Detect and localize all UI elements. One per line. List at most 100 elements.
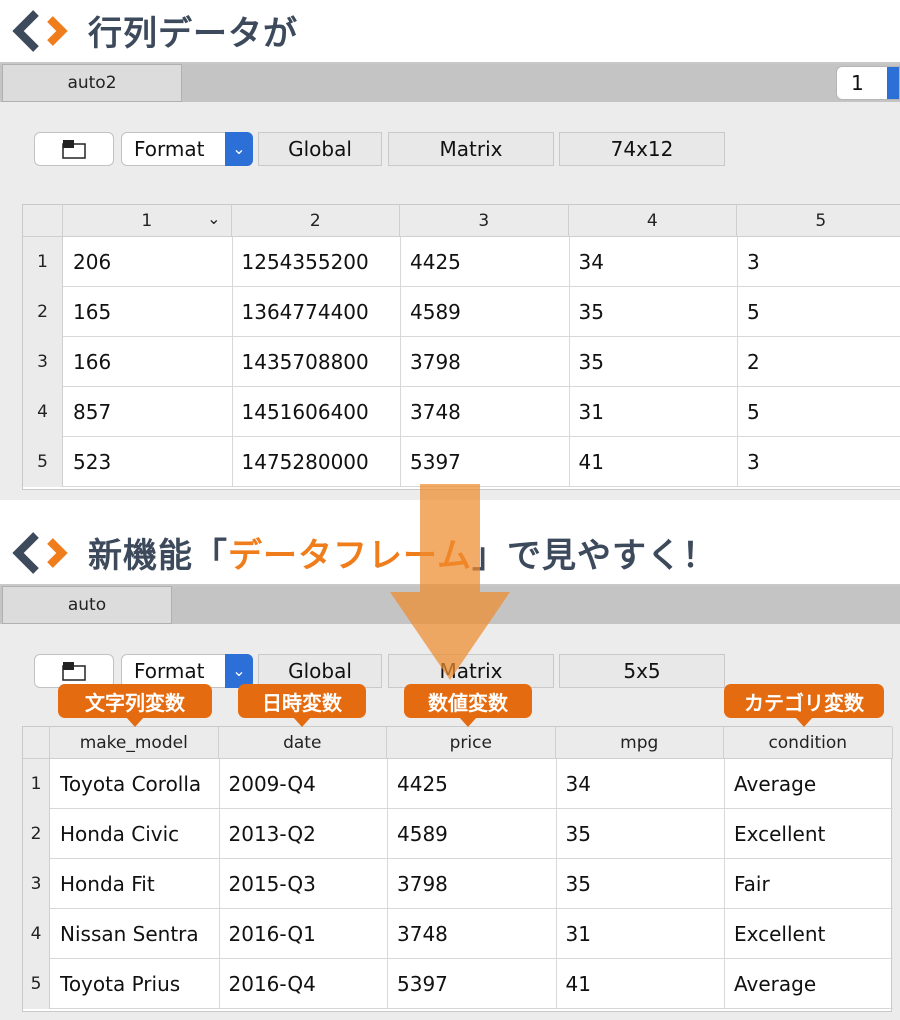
table-cell[interactable]: 2009-Q4: [229, 759, 384, 809]
table-cell[interactable]: 34: [566, 759, 721, 809]
row-header[interactable]: 3: [23, 337, 63, 387]
table-cell[interactable]: 5397: [410, 437, 565, 487]
column-header[interactable]: 4: [568, 205, 737, 237]
column-header-label: 5: [815, 210, 827, 231]
table-cell[interactable]: 166: [73, 337, 228, 387]
row-header[interactable]: 4: [23, 909, 50, 959]
down-arrow-icon: [390, 484, 510, 680]
tab-auto[interactable]: auto: [2, 586, 172, 624]
column-header-label: condition: [768, 732, 848, 753]
table-cell[interactable]: 35: [579, 287, 734, 337]
table-cell[interactable]: 35: [566, 809, 721, 859]
table-cell[interactable]: Average: [734, 959, 889, 1009]
column-header[interactable]: date: [218, 727, 387, 759]
column-header[interactable]: price: [387, 727, 556, 759]
table-cell[interactable]: 35: [579, 337, 734, 387]
column-header[interactable]: 5: [737, 205, 900, 237]
row-header[interactable]: 5: [23, 959, 50, 1009]
window-button[interactable]: [34, 654, 114, 688]
table-cell[interactable]: 2016-Q1: [229, 909, 384, 959]
table-cell[interactable]: 41: [579, 437, 734, 487]
table-cell[interactable]: 523: [73, 437, 228, 487]
scope-field: Global: [258, 132, 382, 166]
table-cell[interactable]: 35: [566, 859, 721, 909]
table-cell[interactable]: 3798: [397, 859, 552, 909]
row-header[interactable]: 1: [23, 759, 50, 809]
table-cell[interactable]: Toyota Corolla: [60, 759, 215, 809]
table-cell[interactable]: 2015-Q3: [229, 859, 384, 909]
row-header[interactable]: 4: [23, 387, 63, 437]
table-cell[interactable]: 1254355200: [242, 237, 397, 287]
table-cell[interactable]: Nissan Sentra: [60, 909, 215, 959]
spinner-value: 1: [851, 71, 864, 95]
table-cell[interactable]: 3: [747, 237, 900, 287]
chevron-down-icon[interactable]: ⌄: [225, 654, 253, 688]
table-cell[interactable]: Average: [734, 759, 889, 809]
chevron-logo-icon: [12, 532, 68, 574]
table-cell[interactable]: 2016-Q4: [229, 959, 384, 1009]
format-select[interactable]: Format ⌄: [121, 132, 253, 166]
column-divider: [568, 237, 570, 487]
table-cell[interactable]: 206: [73, 237, 228, 287]
row-header[interactable]: 1: [23, 237, 63, 287]
table-cell[interactable]: 3798: [410, 337, 565, 387]
chevron-down-icon[interactable]: ⌄: [225, 132, 253, 166]
column-divider: [218, 759, 220, 1009]
table-cell[interactable]: 3: [747, 437, 900, 487]
table-cell[interactable]: 3748: [397, 909, 552, 959]
table-cell[interactable]: 1451606400: [242, 387, 397, 437]
format-value: Format: [134, 137, 205, 161]
chevron-down-icon[interactable]: ⌄: [207, 209, 220, 228]
table-cell[interactable]: 2: [747, 337, 900, 387]
heading-title: 行列データが: [88, 14, 298, 54]
column-header-label: 1: [141, 210, 153, 231]
table-cell[interactable]: 41: [566, 959, 721, 1009]
grid-corner: [23, 727, 50, 759]
table-cell[interactable]: 1435708800: [242, 337, 397, 387]
table-cell[interactable]: 3748: [410, 387, 565, 437]
table-cell[interactable]: 165: [73, 287, 228, 337]
column-header[interactable]: 3: [400, 205, 569, 237]
matrix-grid: 1 ⌄ 2 3 4 5 1 206 1254355200 4425 34 3 2 165 136477440…: [22, 204, 900, 490]
table-cell[interactable]: 5: [747, 287, 900, 337]
column-header[interactable]: make_model: [50, 727, 219, 759]
table-cell[interactable]: 31: [579, 387, 734, 437]
row-header[interactable]: 2: [23, 287, 63, 337]
table-cell[interactable]: Toyota Prius: [60, 959, 215, 1009]
table-cell[interactable]: Honda Civic: [60, 809, 215, 859]
table-cell[interactable]: 31: [566, 909, 721, 959]
column-header[interactable]: 1 ⌄: [63, 205, 232, 237]
window-button[interactable]: [34, 132, 114, 166]
table-cell[interactable]: 4589: [397, 809, 552, 859]
grid-corner: [23, 205, 63, 237]
table-cell[interactable]: 1364774400: [242, 287, 397, 337]
column-header-label: mpg: [620, 732, 659, 753]
column-header[interactable]: 2: [231, 205, 400, 237]
spinner-arrow-icon[interactable]: [887, 67, 899, 99]
row-header[interactable]: 5: [23, 437, 63, 487]
table-cell[interactable]: Excellent: [734, 909, 889, 959]
format-select[interactable]: Format ⌄: [121, 654, 253, 688]
row-header[interactable]: 2: [23, 809, 50, 859]
table-cell[interactable]: 5397: [397, 959, 552, 1009]
table-cell[interactable]: 1475280000: [242, 437, 397, 487]
table-cell[interactable]: 4425: [410, 237, 565, 287]
table-cell[interactable]: 5: [747, 387, 900, 437]
type-field: Matrix: [388, 132, 554, 166]
table-cell[interactable]: 4589: [410, 287, 565, 337]
table-cell[interactable]: Excellent: [734, 809, 889, 859]
row-header[interactable]: 3: [23, 859, 50, 909]
callout-datetime-variable: 日時変数: [238, 684, 366, 727]
table-cell[interactable]: Honda Fit: [60, 859, 215, 909]
table-cell[interactable]: 4425: [397, 759, 552, 809]
table-cell[interactable]: 857: [73, 387, 228, 437]
table-cell[interactable]: 34: [579, 237, 734, 287]
tab-auto2[interactable]: auto2: [2, 64, 182, 102]
table-cell[interactable]: 2013-Q2: [229, 809, 384, 859]
column-header-label: make_model: [79, 732, 188, 753]
column-header[interactable]: mpg: [555, 727, 724, 759]
column-divider: [400, 237, 401, 487]
column-header[interactable]: condition: [724, 727, 893, 759]
table-cell[interactable]: Fair: [734, 859, 889, 909]
page-spinner[interactable]: 1: [836, 66, 900, 100]
